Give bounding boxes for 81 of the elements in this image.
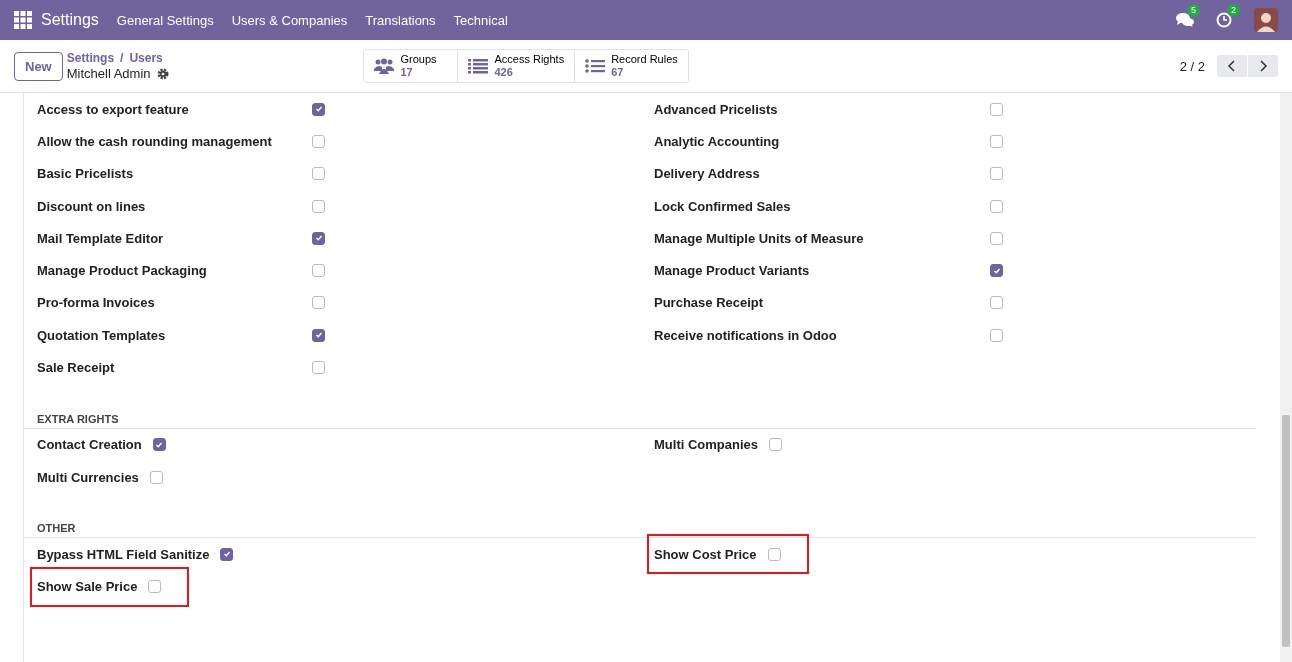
field-label: Delivery Address [654, 166, 761, 182]
section-title: EXTRA RIGHTS [24, 412, 1256, 429]
checkbox[interactable] [767, 547, 781, 561]
field-label: Multi Companies [654, 437, 758, 453]
field-label: Allow the cash rounding management [37, 133, 273, 149]
field-label: Manage Multiple Units of Measure [654, 230, 865, 246]
field-label: Purchase Receipt [654, 295, 765, 311]
checkbox[interactable] [990, 134, 1003, 148]
field-label: Quotation Templates [37, 327, 167, 343]
list-icon [585, 58, 606, 74]
checkbox[interactable] [312, 231, 325, 245]
menu-item[interactable]: Technical [453, 12, 508, 28]
breadcrumb-link[interactable]: Users [129, 51, 163, 66]
chevron-left-icon [1227, 60, 1237, 72]
clock-icon[interactable] [1216, 12, 1232, 28]
menu-item[interactable]: Translations [365, 12, 436, 28]
count-badge: 5 [1187, 4, 1200, 17]
checkbox[interactable] [152, 438, 166, 452]
field-label: Mail Template Editor [37, 230, 165, 246]
field-label: Receive notifications in Odoo [654, 327, 838, 343]
check-icon [314, 331, 323, 340]
checkbox[interactable] [149, 470, 163, 484]
field-label: Manage Product Variants [654, 263, 811, 279]
chat-icon[interactable] [1176, 12, 1194, 28]
app-name[interactable]: Settings [41, 11, 99, 29]
checkbox[interactable] [312, 296, 325, 310]
checkbox[interactable] [312, 264, 325, 278]
checkbox[interactable] [312, 102, 325, 116]
field-label: Manage Product Packaging [37, 263, 208, 279]
field-label: Basic Pricelists [37, 166, 135, 182]
new-button[interactable]: New [14, 51, 63, 81]
chevron-right-icon [1258, 60, 1268, 72]
field-label: Pro-forma Invoices [37, 295, 156, 311]
field-label: Sale Receipt [37, 360, 116, 375]
scrollbar[interactable] [1280, 93, 1292, 662]
breadcrumb-separator: / [120, 51, 124, 66]
check-icon [222, 550, 231, 559]
next-button[interactable] [1248, 55, 1278, 77]
stat-button[interactable]: Groups 17 [364, 50, 459, 82]
field-label: Show Cost Price [654, 546, 757, 562]
breadcrumb-link[interactable]: Settings [66, 51, 115, 66]
checkbox[interactable] [769, 438, 782, 452]
list-icon [468, 58, 489, 74]
checkbox[interactable] [990, 328, 1003, 342]
field-label: Multi Currencies [37, 469, 139, 485]
checkbox[interactable] [990, 264, 1003, 278]
checkbox[interactable] [312, 134, 325, 148]
field-label: Lock Confirmed Sales [654, 198, 792, 214]
apps-grid-icon[interactable] [14, 11, 32, 29]
check-icon [992, 266, 1001, 275]
checkbox[interactable] [148, 580, 162, 594]
record-title: Mitchell Admin [66, 66, 151, 81]
check-icon [314, 234, 323, 243]
field-label: Bypass HTML Field Sanitize [37, 546, 210, 562]
checkbox[interactable] [990, 167, 1003, 181]
field-label: Show Sale Price [37, 579, 138, 595]
checkbox[interactable] [990, 102, 1003, 116]
check-icon [155, 440, 164, 449]
checkbox[interactable] [312, 167, 325, 181]
users-icon [374, 58, 395, 74]
menu-item[interactable]: General Settings [116, 12, 214, 28]
field-label: Discount on lines [37, 198, 147, 214]
checkbox[interactable] [990, 199, 1003, 213]
checkbox[interactable] [990, 296, 1003, 310]
checkbox[interactable] [990, 231, 1003, 245]
avatar-icon[interactable] [1254, 8, 1278, 32]
checkbox[interactable] [312, 361, 325, 374]
checkbox[interactable] [220, 547, 234, 561]
previous-button[interactable] [1217, 55, 1247, 77]
checkbox[interactable] [312, 199, 325, 213]
count-badge: 2 [1227, 4, 1240, 17]
field-label: Analytic Accounting [654, 133, 781, 149]
field-label: Contact Creation [37, 437, 142, 453]
pager-counter: 2 / 2 [1179, 58, 1205, 74]
checkbox[interactable] [312, 328, 325, 342]
section-title: OTHER [24, 522, 1256, 539]
field-label: Advanced Pricelists [654, 101, 779, 117]
gear-icon[interactable] [156, 67, 169, 80]
field-label: Access to export feature [37, 101, 190, 117]
check-icon [314, 105, 323, 114]
menu-item[interactable]: Users & Companies [231, 12, 348, 28]
